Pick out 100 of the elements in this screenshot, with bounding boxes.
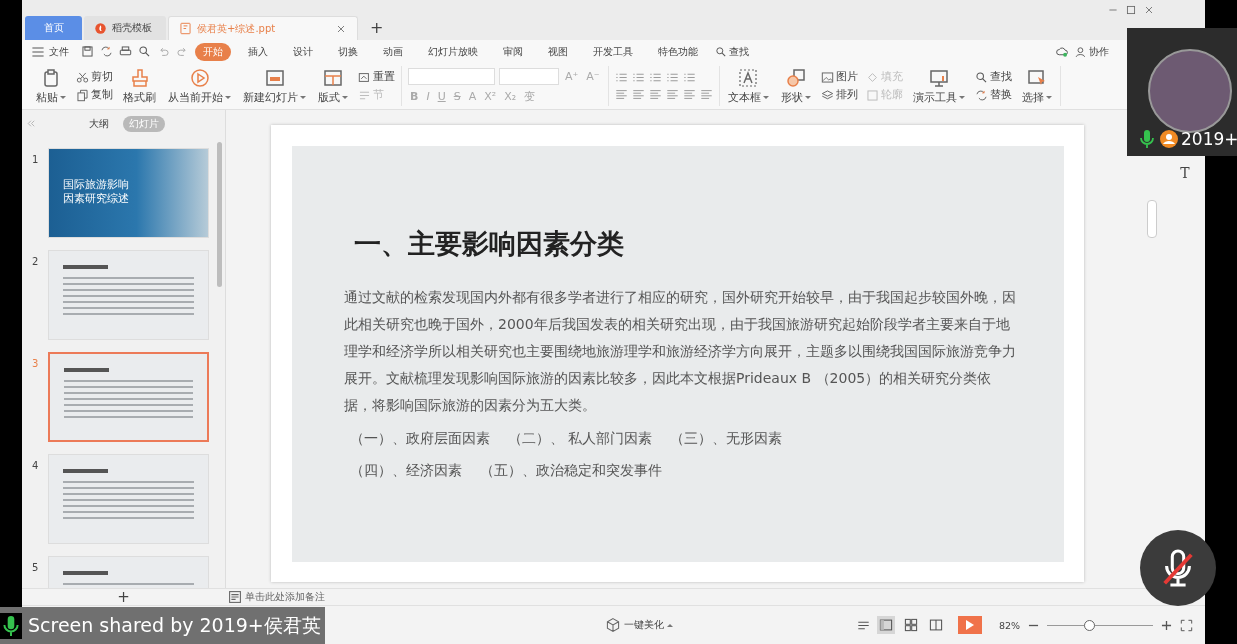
grid-view-icon [903, 618, 918, 632]
shapes-icon [785, 67, 806, 88]
file-menu[interactable]: 文件 [30, 43, 69, 60]
factor-item: （五）、政治稳定和突发事件 [480, 461, 662, 480]
align-icon[interactable] [682, 88, 696, 101]
align-icon[interactable] [631, 88, 645, 101]
microphone-icon [1137, 128, 1157, 150]
ribbon-button[interactable]: 替换 [974, 88, 1012, 102]
scissors-icon [76, 70, 89, 84]
ribbon-button[interactable]: 从当前开始 [166, 66, 233, 106]
slide-number: 1 [32, 153, 40, 167]
ribbon-tab[interactable]: 视图 [540, 42, 576, 61]
list-icon[interactable] [648, 71, 662, 84]
ribbon-tab[interactable]: 切换 [330, 42, 366, 61]
cloud-icon[interactable] [1056, 45, 1069, 58]
view-tab[interactable]: 大纲 [82, 116, 115, 132]
search-button[interactable]: 查找 [715, 44, 749, 59]
collaborate-button[interactable]: 协作 [1075, 44, 1109, 59]
swap-icon [974, 88, 988, 102]
ribbon-button[interactable]: 粘贴 [34, 66, 68, 106]
slide-thumbnail[interactable]: 国际旅游影响 因素研究综述 [48, 148, 209, 238]
cube-icon [604, 617, 621, 633]
ribbon-button[interactable]: 选择 [1019, 66, 1054, 106]
ribbon-tab[interactable]: 特色功能 [650, 42, 706, 61]
ribbon-button[interactable]: 复制 [76, 88, 113, 102]
maximize-icon[interactable] [1125, 4, 1137, 16]
print-icon[interactable] [119, 45, 132, 58]
slider-thumb[interactable] [1084, 619, 1096, 631]
search-icon [715, 45, 727, 58]
thumbnail-title: 国际旅游影响 [63, 177, 130, 191]
zoom-level[interactable]: 82% [998, 619, 1020, 631]
clipboard-icon [41, 67, 61, 88]
brush-icon [129, 67, 150, 88]
ribbon-button[interactable]: 格式刷 [121, 66, 158, 106]
scroll-bar[interactable] [217, 142, 222, 287]
copy-icon [76, 88, 89, 102]
share-banner-text: Screen shared by 2019+侯君英 [27, 612, 321, 638]
ribbon-tab[interactable]: 审阅 [495, 42, 531, 61]
ribbon-button[interactable]: 演示工具 [910, 66, 967, 106]
font-size-field[interactable] [499, 68, 559, 85]
ribbon-tab[interactable]: 开发工具 [585, 42, 641, 61]
document-tab[interactable]: 稻壳模板 [84, 16, 166, 40]
ribbon-button[interactable]: 剪切 [76, 70, 113, 84]
search-icon [974, 70, 988, 84]
ribbon-tab[interactable]: 动画 [375, 42, 411, 61]
ribbon-button[interactable]: 图片 [820, 70, 858, 84]
notes-field[interactable]: 单击此处添加备注 [229, 590, 325, 604]
factor-item: （四）、经济因素 [350, 461, 462, 480]
layers-icon [820, 88, 834, 102]
font-name-field[interactable] [408, 68, 495, 85]
slide-title: 一、主要影响因素分类 [354, 227, 625, 261]
scroll-bar[interactable] [1147, 200, 1157, 238]
ribbon-button[interactable]: 排列 [820, 88, 858, 102]
view-button[interactable] [876, 616, 895, 634]
text-box-icon [738, 67, 759, 88]
add-slide-button[interactable]: + [22, 589, 225, 605]
ribbon-button[interactable]: 查找 [974, 70, 1012, 84]
new-tab-button[interactable]: + [360, 16, 394, 40]
ribbon-button[interactable]: 版式 [316, 66, 350, 106]
ribbon-tab[interactable]: 幻灯片放映 [420, 42, 486, 61]
notes-icon [229, 591, 241, 603]
factor-item: （一）、政府层面因素 [350, 429, 490, 448]
picture-icon [820, 70, 834, 84]
ribbon-button[interactable]: 文本框 [725, 66, 771, 106]
diamond-icon [865, 70, 879, 84]
picture-icon [358, 70, 371, 84]
normal-view-icon [878, 618, 893, 632]
list-icon[interactable] [614, 71, 628, 84]
ribbon-button[interactable]: 重置 [358, 70, 395, 84]
ribbon-tab[interactable]: 设计 [285, 42, 321, 61]
align-icon[interactable] [699, 88, 713, 101]
slide-number: 3 [32, 357, 40, 371]
factor-item: （三）、无形因素 [670, 429, 783, 448]
ribbon-button[interactable]: 形状 [778, 66, 813, 106]
text-tool-button[interactable]: T [1180, 165, 1190, 181]
align-icon[interactable] [665, 88, 679, 101]
square-icon [865, 88, 879, 102]
zoom-in-icon[interactable] [1160, 618, 1173, 632]
list-icon[interactable] [665, 71, 679, 84]
play-button[interactable] [957, 616, 982, 634]
reading-view-icon [928, 618, 943, 632]
microphone-icon [0, 612, 22, 639]
align-icon[interactable] [614, 88, 628, 101]
participant-name: 2019+ [1181, 129, 1237, 149]
slide-thumbnail[interactable] [48, 352, 209, 442]
save-icon[interactable] [81, 45, 94, 58]
ribbon-button[interactable]: 新建幻灯片 [241, 66, 308, 106]
collapse-icon[interactable] [26, 118, 37, 129]
ribbon-tab[interactable]: 插入 [240, 42, 276, 61]
fit-icon[interactable] [1180, 618, 1193, 632]
align-icon[interactable] [648, 88, 662, 101]
preview-icon[interactable] [138, 45, 151, 58]
beautify-button[interactable]: 一键美化 [604, 617, 673, 633]
slide-paragraph: 通过文献的检索发现国内外都有很多学者进行了相应的研究，国外研究开始较早，由于我国起步较国外晚，因此相关研究也晚于国外，2000年后我国发表的相关研究出现，由于我国旅游研究起始阶段学者主要来自于地理学和经济学所以相关研究也主要围绕地旅游理学和旅游经济学方向展开，主题多以围绕我国国际旅游竞争力展开。文献梳理发现影响国际旅游的因素比较多，因此本文根据Prideaux B （2005）的相关研究分类依据，将影响国际旅游的因素分为五大类。 [344, 288, 1017, 415]
slide-number: 2 [32, 255, 40, 269]
play-icon [189, 67, 210, 88]
list-icon[interactable] [631, 71, 645, 84]
list-icon[interactable] [682, 71, 696, 84]
refresh-icon[interactable] [100, 45, 113, 58]
close-icon[interactable] [1143, 4, 1155, 16]
